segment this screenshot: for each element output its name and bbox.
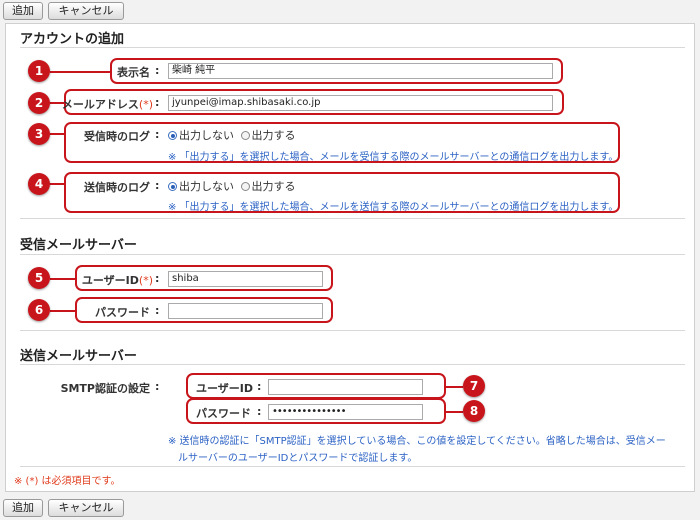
receive-log-label: 受信時のログ [84, 130, 150, 143]
section-title-incoming: 受信メールサーバー [20, 238, 137, 253]
callout-badge-1: 1 [28, 60, 50, 82]
smtp-user-input[interactable] [268, 379, 423, 395]
section-divider [20, 330, 685, 331]
mail-address-label: メールアドレス(*) [61, 98, 153, 111]
smtp-note-line1: ※ 送信時の認証に「SMTP認証」を選択している場合、この値を設定してください。… [168, 436, 666, 447]
receive-log-note: ※ 「出力する」を選択した場合、メールを受信する際のメールサーバーとの通信ログを… [168, 152, 619, 163]
colon: : [155, 380, 160, 393]
receive-log-on-radio[interactable] [240, 131, 250, 140]
incoming-user-input[interactable]: shiba [168, 271, 323, 287]
callout-line-7 [446, 386, 463, 388]
required-note: ※ (*) は必須項目です。 [14, 476, 121, 487]
section-title-outgoing: 送信メールサーバー [20, 349, 137, 364]
receive-log-off-radio[interactable] [168, 131, 177, 140]
colon: : [257, 380, 262, 393]
incoming-password-input[interactable] [168, 303, 323, 319]
callout-badge-4: 4 [28, 173, 50, 195]
section-divider [20, 254, 685, 255]
add-button-top[interactable]: 追加 [3, 2, 43, 20]
callout-badge-2: 2 [28, 92, 50, 114]
send-log-off-label[interactable]: 出力しない [179, 180, 234, 193]
incoming-password-label: パスワード [95, 306, 150, 319]
cancel-button-bottom[interactable]: キャンセル [48, 499, 124, 517]
callout-badge-7: 7 [463, 375, 485, 397]
colon: : [257, 405, 262, 418]
callout-badge-6: 6 [28, 299, 50, 321]
receive-log-off-label[interactable]: 出力しない [179, 129, 234, 142]
section-divider [20, 466, 685, 467]
colon: : [155, 96, 160, 109]
receive-log-on-label[interactable]: 出力する [252, 129, 296, 142]
send-log-on-label[interactable]: 出力する [252, 180, 296, 193]
callout-badge-5: 5 [28, 267, 50, 289]
section-divider [20, 218, 685, 219]
callout-badge-8: 8 [463, 400, 485, 422]
send-log-note: ※ 「出力する」を選択した場合、メールを送信する際のメールサーバーとの通信ログを… [168, 202, 619, 213]
colon: : [155, 272, 160, 285]
callout-badge-3: 3 [28, 123, 50, 145]
display-name-input[interactable]: 柴崎 純平 [168, 63, 553, 79]
section-divider [20, 47, 685, 48]
colon: : [155, 304, 160, 317]
send-log-on-radio[interactable] [240, 182, 250, 191]
colon: : [155, 179, 160, 192]
send-log-off-radio[interactable] [168, 182, 177, 191]
display-name-label: 表示名 [117, 66, 150, 79]
receive-log-radio-group: 出力しない 出力する [168, 127, 296, 143]
smtp-auth-label: SMTP認証の設定 [60, 382, 150, 395]
smtp-note-line2: ルサーバーのユーザーIDとパスワードで認証します。 [178, 453, 418, 464]
section-divider [20, 364, 685, 365]
send-log-label: 送信時のログ [84, 181, 150, 194]
callout-line-8 [446, 411, 463, 413]
smtp-password-input[interactable]: ••••••••••••••• [268, 404, 423, 420]
smtp-user-label: ユーザーID [196, 382, 254, 395]
colon: : [155, 128, 160, 141]
section-title-account: アカウントの追加 [20, 32, 125, 47]
mail-address-input[interactable]: jyunpei@imap.shibasaki.co.jp [168, 95, 553, 111]
send-log-radio-group: 出力しない 出力する [168, 178, 296, 194]
smtp-password-label: パスワード [196, 407, 251, 420]
add-button-bottom[interactable]: 追加 [3, 499, 43, 517]
cancel-button-top[interactable]: キャンセル [48, 2, 124, 20]
colon: : [155, 64, 160, 77]
incoming-user-label: ユーザーID(*) [81, 274, 153, 287]
